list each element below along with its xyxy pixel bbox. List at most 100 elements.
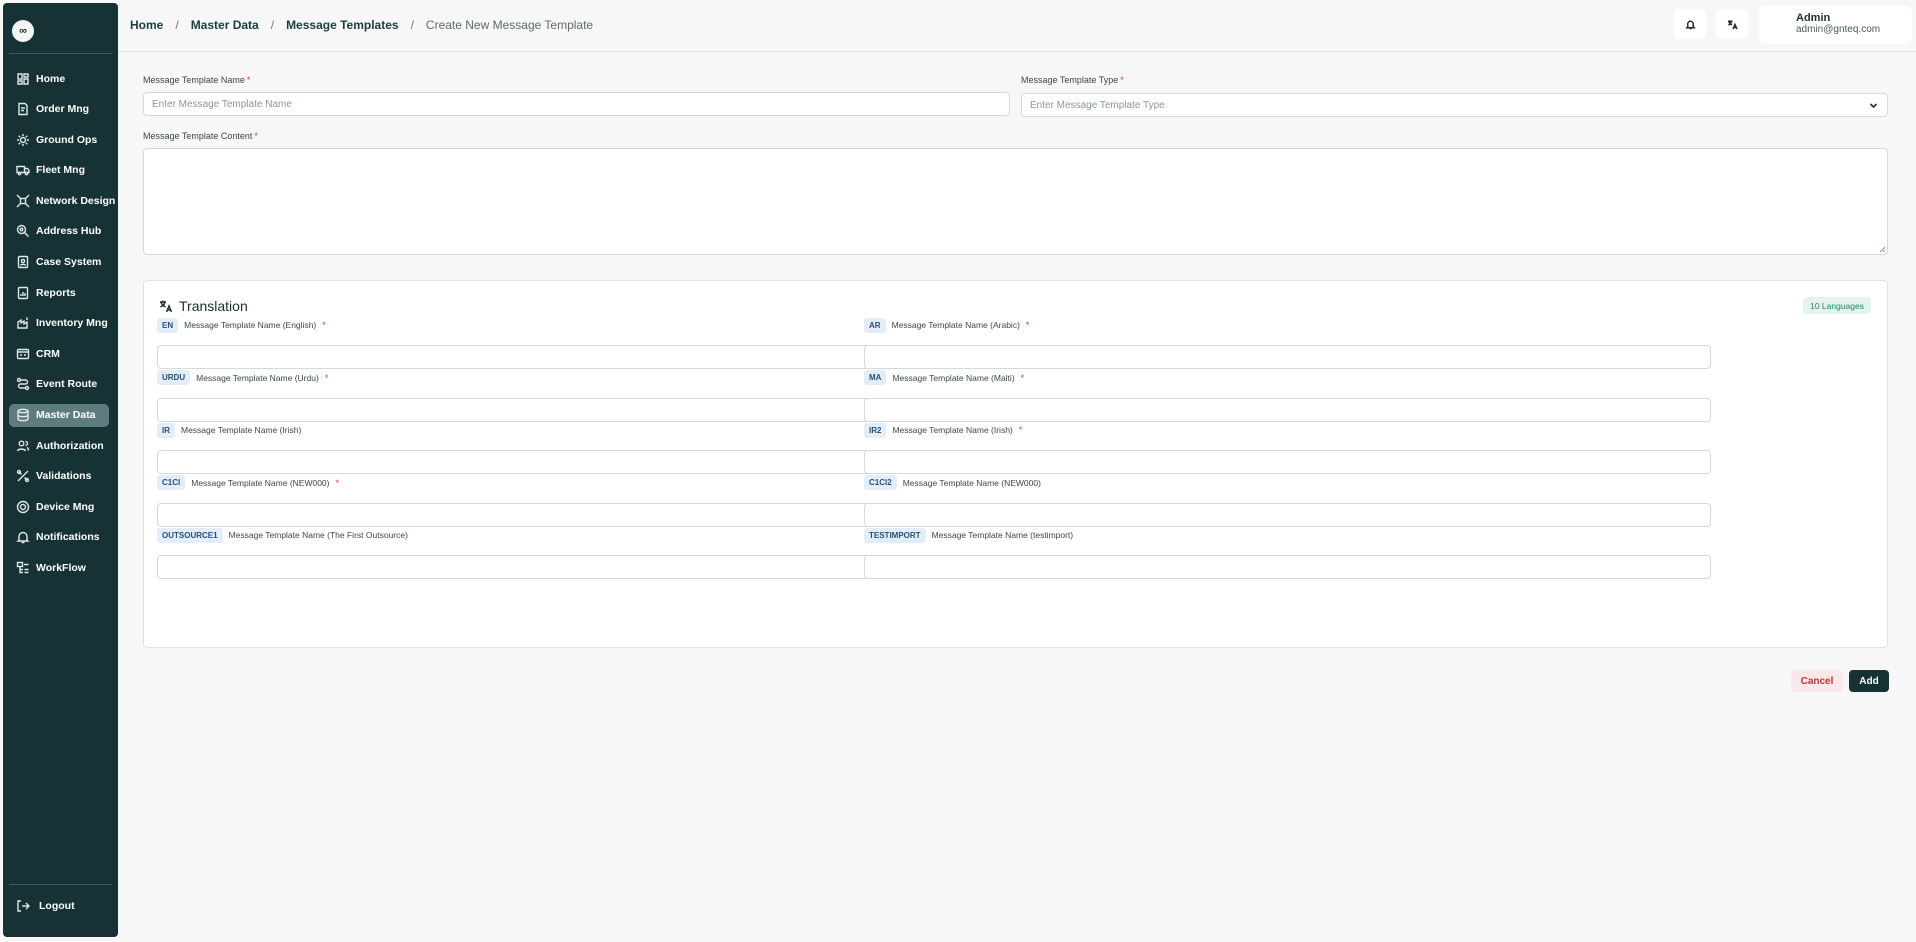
translation-card: Translation 10 Languages EN Message Templ… xyxy=(143,280,1888,648)
sidebar-item-order-mng[interactable]: Order Mng xyxy=(9,98,109,121)
translation-label-row: MA Message Template Name (Malti) * xyxy=(864,370,1711,386)
translation-title: Translation xyxy=(159,298,248,314)
add-button[interactable]: Add xyxy=(1849,670,1889,692)
device-icon xyxy=(16,500,30,514)
sidebar-item-reports[interactable]: Reports xyxy=(9,281,109,304)
sidebar-item-label: Case System xyxy=(36,256,102,269)
template-content-textarea[interactable] xyxy=(143,148,1888,255)
ground-ops-icon xyxy=(16,133,30,147)
required-marker: * xyxy=(322,320,326,330)
language-code-badge: TESTIMPORT xyxy=(864,527,926,543)
language-code-badge: C1CI2 xyxy=(864,475,897,490)
translation-field-testimport: TESTIMPORT Message Template Name (testimp… xyxy=(864,527,1711,579)
sidebar-item-authorization[interactable]: Authorization xyxy=(9,434,109,457)
sidebar-item-label: Ground Ops xyxy=(36,133,98,146)
sidebar-item-label: Order Mng xyxy=(36,103,90,116)
translation-label: Message Template Name (testimport) xyxy=(931,530,1074,540)
report-icon xyxy=(16,286,30,300)
translation-label: Message Template Name (NEW000) xyxy=(191,477,330,488)
notifications-button[interactable] xyxy=(1674,9,1706,39)
logout-icon xyxy=(16,899,30,913)
translation-input-ar[interactable] xyxy=(864,345,1711,369)
translation-label: Message Template Name (Urdu) xyxy=(196,372,319,383)
breadcrumb-message-templates[interactable]: Message Templates xyxy=(286,18,399,32)
sidebar-item-master-data[interactable]: Master Data xyxy=(9,403,109,427)
logout-button[interactable]: Logout xyxy=(16,899,75,913)
breadcrumb-home[interactable]: Home xyxy=(130,18,163,32)
breadcrumb: Home / Master Data / Message Templates /… xyxy=(130,18,593,32)
translation-input-ir2[interactable] xyxy=(864,450,1711,474)
template-type-select[interactable]: Enter Message Template Type xyxy=(1021,93,1888,117)
sidebar-item-validations[interactable]: Validations xyxy=(9,465,109,488)
users-icon xyxy=(16,439,30,453)
breadcrumb-current: Create New Message Template xyxy=(425,18,594,32)
logo-icon[interactable]: ∞ xyxy=(12,20,34,42)
sidebar-item-ground-ops[interactable]: Ground Ops xyxy=(9,128,109,151)
translate-icon xyxy=(160,300,173,313)
bell-icon xyxy=(16,530,30,544)
sidebar-item-label: Inventory Mng xyxy=(36,317,108,330)
user-name: Admin xyxy=(1796,12,1831,24)
cancel-button[interactable]: Cancel xyxy=(1791,670,1843,692)
sidebar-item-inventory-mng[interactable]: Inventory Mng xyxy=(9,312,109,335)
chevron-down-icon xyxy=(1869,101,1878,110)
map-pin-icon xyxy=(16,224,30,238)
language-code-badge: EN xyxy=(157,317,179,333)
sidebar: ∞ Home Order Mng Ground Ops Fleet Mng Networ… xyxy=(3,3,118,937)
template-name-label: Message Template Name * xyxy=(143,75,251,85)
sidebar-divider xyxy=(9,53,112,54)
sidebar-item-label: Fleet Mng xyxy=(36,164,85,177)
language-code-badge: C1CI xyxy=(157,475,186,490)
required-marker: * xyxy=(335,477,340,488)
required-marker: * xyxy=(1018,425,1023,435)
resize-handle-icon[interactable] xyxy=(1878,245,1886,253)
validation-icon xyxy=(16,469,30,483)
translation-input-c1ci2[interactable] xyxy=(864,502,1711,527)
workflow-icon xyxy=(16,561,30,575)
required-marker: * xyxy=(1020,372,1025,383)
translation-input-ma[interactable] xyxy=(864,397,1711,422)
language-button[interactable] xyxy=(1716,9,1748,39)
sidebar-item-address-hub[interactable]: Address Hub xyxy=(9,220,109,243)
sidebar-item-notifications[interactable]: Notifications xyxy=(9,526,109,549)
sidebar-item-label: Reports xyxy=(36,286,76,299)
template-type-label: Message Template Type * xyxy=(1021,75,1124,85)
sidebar-item-case-system[interactable]: Case System xyxy=(9,251,109,274)
sidebar-item-label: Validations xyxy=(36,470,92,483)
inventory-icon xyxy=(16,316,30,330)
translation-label-row: AR Message Template Name (Arabic) * xyxy=(864,317,1711,333)
languages-count-badge: 10 Languages xyxy=(1803,297,1871,314)
template-name-input[interactable] xyxy=(143,92,1010,116)
sidebar-item-crm[interactable]: CRM xyxy=(9,342,109,365)
translation-label-row: C1CI2 Message Template Name (NEW000) xyxy=(864,475,1711,491)
sidebar-item-workflow[interactable]: WorkFlow xyxy=(9,557,109,580)
sidebar-item-label: Address Hub xyxy=(36,225,102,238)
sidebar-divider xyxy=(9,884,112,885)
sidebar-item-label: Network Design xyxy=(36,194,116,207)
sidebar-item-fleet-mng[interactable]: Fleet Mng xyxy=(9,159,109,182)
translation-input-testimport[interactable] xyxy=(864,555,1711,579)
sidebar-item-label: Master Data xyxy=(36,409,96,422)
breadcrumb-separator: / xyxy=(175,18,179,32)
sidebar-item-label: Authorization xyxy=(36,439,104,452)
translation-label: Message Template Name (English) xyxy=(184,320,317,330)
logout-label: Logout xyxy=(39,900,75,912)
route-icon xyxy=(16,377,30,391)
sidebar-item-network-design[interactable]: Network Design xyxy=(9,189,115,212)
sidebar-item-device-mng[interactable]: Device Mng xyxy=(9,495,109,518)
sidebar-item-label: WorkFlow xyxy=(36,562,86,574)
home-icon xyxy=(16,72,30,86)
translation-label: Message Template Name (Malti) xyxy=(892,372,1015,383)
user-email: admin@gnteq.com xyxy=(1796,24,1881,35)
sidebar-item-home[interactable]: Home xyxy=(9,67,109,90)
language-code-badge: OUTSOURCE1 xyxy=(157,527,223,543)
translation-label-row: IR2 Message Template Name (Irish) * xyxy=(864,422,1711,438)
translation-label: Message Template Name (NEW000) xyxy=(902,477,1041,488)
truck-icon xyxy=(16,163,30,177)
required-marker: * xyxy=(324,372,329,383)
sidebar-item-label: Event Route xyxy=(36,378,98,391)
user-menu[interactable]: Admin admin@gnteq.com xyxy=(1759,6,1912,44)
breadcrumb-master-data[interactable]: Master Data xyxy=(191,18,259,32)
top-header: Home / Master Data / Message Templates /… xyxy=(118,0,1916,52)
sidebar-item-event-route[interactable]: Event Route xyxy=(9,373,109,396)
